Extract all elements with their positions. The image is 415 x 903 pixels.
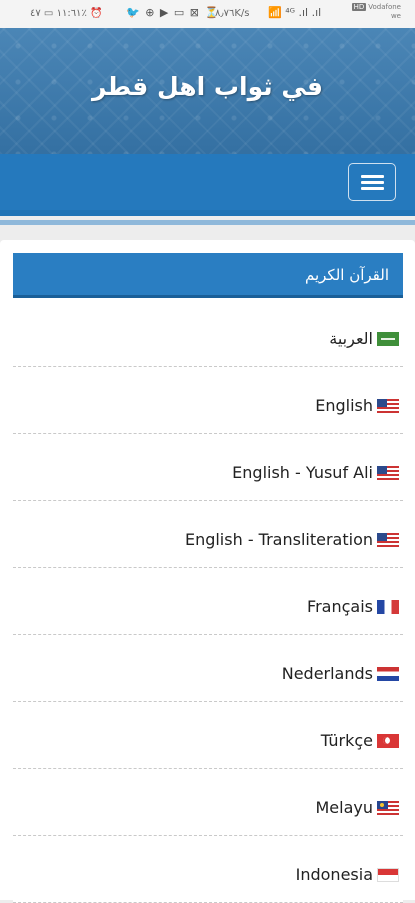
section-header: القرآن الكريم [13, 253, 403, 298]
header-banner: في ثواب اهل قطر [0, 28, 415, 154]
list-item-indonesian[interactable]: Indonesia [13, 836, 403, 903]
list-item-label: English [315, 396, 373, 415]
list-item-malay[interactable]: Melayu [13, 769, 403, 836]
turkey-flag-icon [377, 733, 399, 748]
status-time: ١١:٦١ ▭ ٤٧٪ ⏰ [30, 8, 103, 19]
indonesia-flag-icon [377, 867, 399, 882]
notification-icons: 🐦 ⊕ ▶ ▭ ⊠ ⏳ [126, 6, 220, 19]
list-item-turkish[interactable]: Türkçe [13, 702, 403, 769]
list-item-label: Türkçe [320, 731, 373, 750]
language-list: العربية English English - Yusuf Ali Engl… [13, 300, 403, 903]
france-flag-icon [377, 599, 399, 614]
list-item-label: Français [307, 597, 373, 616]
site-title: في ثواب اهل قطر [91, 72, 324, 101]
status-bar: ١١:٦١ ▭ ٤٧٪ ⏰ 🐦 ⊕ ▶ ▭ ⊠ ⏳ ٨٫٧٦K/s 📶 ⁴ᴳ .… [0, 0, 415, 28]
hamburger-menu-icon-line [361, 181, 384, 184]
list-item-dutch[interactable]: Nederlands [13, 635, 403, 702]
section-title: القرآن الكريم [304, 266, 389, 284]
list-item-french[interactable]: Français [13, 568, 403, 635]
malaysia-flag-icon [377, 800, 399, 815]
list-item-label: English - Yusuf Ali [232, 463, 373, 482]
list-item-label: English - Transliteration [184, 530, 373, 549]
list-item-english[interactable]: English [13, 367, 403, 434]
hamburger-menu-icon [361, 175, 384, 178]
hamburger-menu-button[interactable] [348, 163, 396, 201]
list-item-label: Indonesia [295, 865, 373, 884]
nav-bar-accent-line [0, 220, 415, 225]
netherlands-flag-icon [377, 666, 399, 681]
usa-flag-icon [377, 465, 399, 480]
usa-flag-icon [377, 398, 399, 413]
list-item-label: Melayu [315, 798, 373, 817]
network-speed: ٨٫٧٦K/s [215, 8, 250, 19]
signal-icons: 📶 ⁴ᴳ .ıl .ıl [268, 6, 322, 19]
list-item-label: العربية [329, 329, 373, 348]
hamburger-menu-icon-line [361, 187, 384, 190]
list-item-label: Nederlands [281, 664, 373, 683]
saudi-arabia-flag-icon [377, 331, 399, 346]
list-item-english-yusuf-ali[interactable]: English - Yusuf Ali [13, 434, 403, 501]
carrier-info: HD Vodafone we [351, 3, 401, 20]
list-item-arabic[interactable]: العربية [13, 300, 403, 367]
list-item-english-transliteration[interactable]: English - Transliteration [13, 501, 403, 568]
usa-flag-icon [377, 532, 399, 547]
